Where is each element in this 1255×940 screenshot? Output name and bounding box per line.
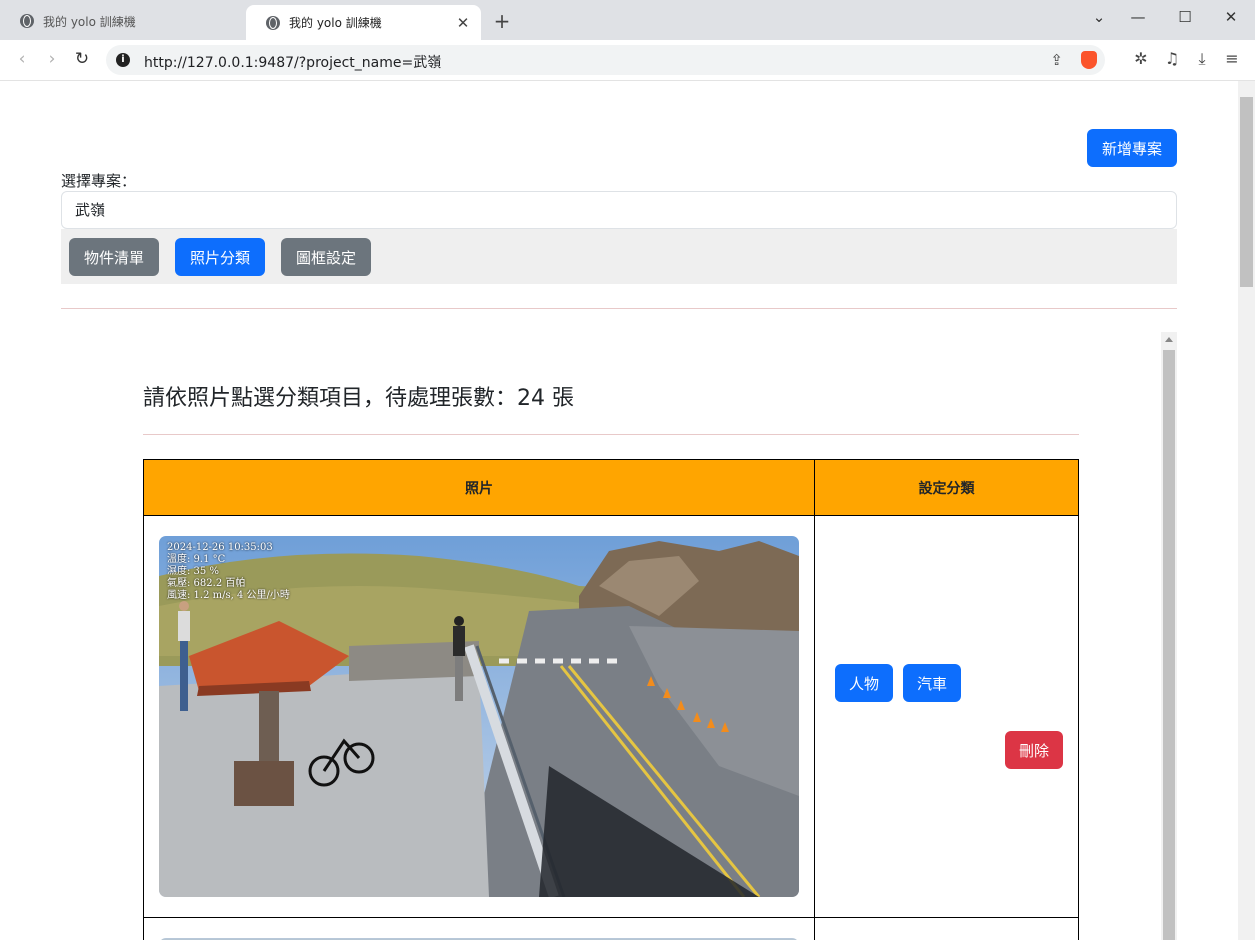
photo-temperature: 溫度: 9.1 °C	[167, 554, 226, 565]
scroll-up-icon[interactable]	[1165, 337, 1173, 342]
media-icon[interactable]: ♫	[1162, 49, 1182, 68]
project-select[interactable]: 武嶺	[61, 191, 1177, 229]
webcam-photo: 2024-12-26 10:35:03 溫度: 9.1 °C 濕度: 35 % …	[159, 536, 799, 897]
table-row: 2024-12-26 10:35:03 溫度: 9.1 °C 濕度: 35 % …	[143, 515, 1079, 918]
classify-frame: 請依照片點選分類項目，待處理張數：24 張 照片 設定分類 2024-12-26…	[61, 332, 1177, 940]
brave-shields-icon[interactable]	[1081, 51, 1097, 69]
new-tab-icon[interactable]: +	[492, 9, 512, 33]
tab-frame-settings[interactable]: 圖框設定	[281, 238, 371, 276]
class-car-button[interactable]: 汽車	[903, 664, 961, 702]
browser-tab-1[interactable]: 我的 yolo 訓練機	[0, 5, 244, 37]
maximize-icon[interactable]: ☐	[1175, 8, 1195, 26]
inner-scrollbar[interactable]	[1161, 332, 1177, 940]
tab-photo-classify[interactable]: 照片分類	[175, 238, 265, 276]
photo-humidity: 濕度: 35 %	[167, 566, 219, 577]
column-header-classification: 設定分類	[814, 459, 1079, 516]
browser-tab-2[interactable]: 我的 yolo 訓練機 ✕	[246, 5, 481, 40]
column-header-photo: 照片	[143, 459, 815, 516]
delete-button[interactable]: 刪除	[1005, 731, 1063, 769]
minimize-icon[interactable]: —	[1128, 8, 1148, 26]
window-close-icon[interactable]: ✕	[1221, 8, 1241, 26]
browser-toolbar: ‹ › ↻ i http://127.0.0.1:9487/?project_n…	[0, 40, 1255, 81]
globe-icon	[20, 14, 34, 28]
forward-icon[interactable]: ›	[42, 49, 62, 69]
address-bar[interactable]: i http://127.0.0.1:9487/?project_name=武嶺…	[106, 45, 1105, 75]
select-project-label: 選擇專案：	[61, 172, 137, 190]
tab-object-list[interactable]: 物件清單	[69, 238, 159, 276]
page-content: 新增專案 選擇專案： 武嶺 物件清單 照片分類 圖框設定 請依照片點選分類項目，…	[0, 81, 1238, 940]
classify-heading: 請依照片點選分類項目，待處理張數：24 張	[143, 386, 574, 411]
classification-cell: 人物 汽車 刪除	[814, 515, 1079, 918]
browser-tabstrip: 我的 yolo 訓練機 我的 yolo 訓練機 ✕ + ⌄ — ☐ ✕	[0, 0, 1255, 40]
menu-icon[interactable]: ≡	[1222, 49, 1242, 68]
browser-tab-title: 我的 yolo 訓練機	[43, 14, 136, 29]
download-icon[interactable]: ⤓	[1192, 49, 1212, 69]
url-text[interactable]: http://127.0.0.1:9487/?project_name=武嶺	[144, 52, 441, 72]
photo-timestamp: 2024-12-26 10:35:03	[167, 542, 273, 553]
reload-icon[interactable]: ↻	[72, 49, 92, 69]
site-info-icon[interactable]: i	[116, 53, 130, 67]
photo-cell	[143, 917, 815, 940]
class-person-button[interactable]: 人物	[835, 664, 893, 702]
back-icon[interactable]: ‹	[12, 49, 32, 69]
photo-info-overlay: 2024-12-26 10:35:03 溫度: 9.1 °C 濕度: 35 % …	[167, 542, 290, 602]
share-icon[interactable]: ⇪	[1050, 51, 1063, 69]
tab-search-chevron-icon[interactable]: ⌄	[1089, 8, 1109, 26]
classification-cell	[814, 917, 1079, 940]
table-row	[143, 917, 1079, 940]
classify-table: 照片 設定分類 2024-12-26 10:35:03 溫度: 9.1 °C 濕…	[143, 459, 1079, 940]
inner-scrollbar-thumb[interactable]	[1163, 350, 1175, 940]
globe-icon	[266, 15, 280, 30]
divider	[143, 434, 1079, 435]
function-tabbar: 物件清單 照片分類 圖框設定	[61, 229, 1177, 284]
photo-cell: 2024-12-26 10:35:03 溫度: 9.1 °C 濕度: 35 % …	[143, 515, 815, 918]
close-tab-icon[interactable]: ✕	[455, 14, 471, 32]
page-scrollbar-thumb[interactable]	[1240, 97, 1253, 287]
photo-wind: 風速: 1.2 m/s, 4 公里/小時	[167, 590, 290, 601]
extensions-icon[interactable]: ✲	[1131, 49, 1151, 68]
photo-pressure: 氣壓: 682.2 百帕	[167, 578, 246, 589]
browser-tab-title: 我的 yolo 訓練機	[289, 16, 382, 30]
divider	[61, 308, 1177, 309]
add-project-button[interactable]: 新增專案	[1087, 129, 1177, 167]
page-scrollbar[interactable]	[1238, 81, 1255, 940]
